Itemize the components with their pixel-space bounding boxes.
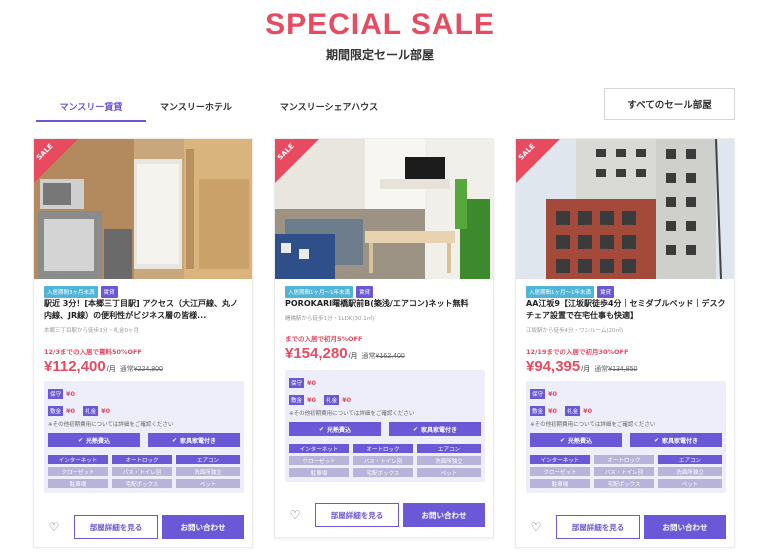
- tab-monthly-rental[interactable]: マンスリー賃貸: [36, 96, 146, 122]
- favorite-heart-icon[interactable]: ♡: [285, 505, 305, 525]
- sale-price: ¥154,280/月 通常¥162,400: [285, 345, 405, 362]
- tag-internet: インターネット: [530, 455, 590, 464]
- sale-ribbon: SALE: [34, 139, 78, 183]
- rental-type-badge: 賃貸: [100, 286, 118, 298]
- promo-text: 12/19までの入居で初月30%OFF: [526, 348, 629, 356]
- tag-internet: インターネット: [48, 455, 108, 464]
- favorite-heart-icon[interactable]: ♡: [44, 517, 64, 537]
- tag-autolock: オートロック: [594, 455, 654, 464]
- tag-delivery-box: 宅配ボックス: [594, 479, 654, 488]
- tag-washroom: 洗面所独立: [417, 456, 481, 465]
- fee-note: ※その他初期費用については詳細をご確認ください: [530, 422, 656, 428]
- tag-aircon: エアコン: [176, 455, 240, 464]
- property-access: 江坂駅から徒歩4分・ワンルーム(20㎡): [526, 328, 624, 334]
- tag-separate-bath: バス・トイレ別: [594, 467, 654, 476]
- tag-autolock: オートロック: [353, 444, 413, 453]
- tag-pet: ペット: [658, 479, 722, 488]
- tag-parking: 駐車場: [48, 479, 108, 488]
- tag-pet: ペット: [176, 479, 240, 488]
- room-detail-button[interactable]: 部屋詳細を見る: [556, 515, 640, 539]
- tag-aircon: エアコン: [417, 444, 481, 453]
- sale-price: ¥112,400/月 通常¥224,800: [44, 358, 163, 375]
- stay-period-badge: 入居期間1ヶ月～1年未満: [526, 286, 594, 298]
- tab-monthly-sharehouse[interactable]: マンスリーシェアハウス: [280, 96, 378, 122]
- fee-box: 保守 ¥0 敷金 ¥0 礼金 ¥0 ※その他初期費用については詳細をご確認ください ✔…: [44, 381, 244, 493]
- promo-text: 12/3までの入居で賃料50%OFF: [44, 348, 142, 356]
- tag-aircon: エアコン: [658, 455, 722, 464]
- property-title[interactable]: AA江坂9【江坂駅徒歩4分｜セミダブルベッド｜デスクチェア設置で在宅仕事も快適】: [526, 298, 726, 322]
- tag-closet: クローゼット: [530, 467, 590, 476]
- tag-separate-bath: バス・トイレ別: [112, 467, 172, 476]
- property-card[interactable]: SALE 入居期間1ヶ月～1年未満 賃貸 AA江坂9【江坂駅徒歩4分｜セミダブル…: [515, 138, 735, 548]
- rental-type-badge: 賃貸: [597, 286, 615, 298]
- tag-pet: ペット: [417, 468, 481, 477]
- property-access: 曙橋駅から徒歩1分・1LDK(30.1㎡): [285, 316, 375, 322]
- property-card[interactable]: SALE 入居期間3ヶ月未満 賃貸 駅近 3分！[本郷三丁目駅] アクセス（大江…: [33, 138, 253, 548]
- category-tabs: マンスリー賃貸 マンスリーホテル マンスリーシェアハウス: [36, 96, 426, 122]
- tag-closet: クローゼット: [48, 467, 108, 476]
- stay-period-badge: 入居期間3ヶ月未満: [44, 286, 98, 298]
- tab-monthly-hotel[interactable]: マンスリーホテル: [160, 96, 232, 122]
- contact-button[interactable]: お問い合わせ: [403, 503, 485, 527]
- tag-closet: クローゼット: [289, 456, 349, 465]
- utilities-included-badge: ✔ 光熱費込: [289, 422, 381, 436]
- promo-text: までの入居で初月5%OFF: [285, 335, 363, 343]
- sale-ribbon: SALE: [275, 139, 319, 183]
- room-detail-button[interactable]: 部屋詳細を見る: [74, 515, 158, 539]
- sale-ribbon: SALE: [516, 139, 560, 183]
- fee-note: ※その他初期費用については詳細をご確認ください: [289, 411, 415, 417]
- sale-price: ¥94,395/月 通常¥134,850: [526, 358, 638, 375]
- tag-parking: 駐車場: [289, 468, 349, 477]
- property-access: 本郷三丁目駅から徒歩3分・礼金0ヶ月: [44, 328, 139, 334]
- contact-button[interactable]: お問い合わせ: [162, 515, 244, 539]
- sale-title: SPECIAL SALE: [265, 8, 495, 41]
- furnished-badge: ✔ 家具家電付き: [389, 422, 481, 436]
- fee-note: ※その他初期費用については詳細をご確認ください: [48, 422, 174, 428]
- furnished-badge: ✔ 家具家電付き: [148, 433, 240, 447]
- property-title[interactable]: 駅近 3分！[本郷三丁目駅] アクセス（大江戸線、丸ノ内線、JR線）の便利性がビ…: [44, 298, 244, 322]
- tag-washroom: 洗面所独立: [176, 467, 240, 476]
- property-card[interactable]: SALE 入居期間1ヶ月～1年未満 賃貸 POROKARI曙橋駅前B(築浅/エア…: [274, 138, 494, 538]
- tag-internet: インターネット: [289, 444, 349, 453]
- fee-box: 保守 ¥0 敷金 ¥0 礼金 ¥0 ※その他初期費用については詳細をご確認ください ✔…: [526, 381, 726, 493]
- property-title[interactable]: POROKARI曙橋駅前B(築浅/エアコン)ネット無料: [285, 298, 485, 310]
- tag-delivery-box: 宅配ボックス: [353, 468, 413, 477]
- contact-button[interactable]: お問い合わせ: [644, 515, 726, 539]
- rental-type-badge: 賃貸: [356, 286, 374, 298]
- all-sale-rooms-button[interactable]: すべてのセール部屋: [604, 88, 735, 120]
- tag-autolock: オートロック: [112, 455, 172, 464]
- room-detail-button[interactable]: 部屋詳細を見る: [315, 503, 399, 527]
- utilities-included-badge: ✔ 光熱費込: [48, 433, 140, 447]
- sale-subtitle: 期間限定セール部屋: [325, 48, 434, 62]
- tag-delivery-box: 宅配ボックス: [112, 479, 172, 488]
- tag-parking: 駐車場: [530, 479, 590, 488]
- fee-box: 保守 ¥0 敷金 ¥0 礼金 ¥0 ※その他初期費用については詳細をご確認ください ✔…: [285, 370, 485, 482]
- utilities-included-badge: ✔ 光熱費込: [530, 433, 622, 447]
- favorite-heart-icon[interactable]: ♡: [526, 517, 546, 537]
- furnished-badge: ✔ 家具家電付き: [630, 433, 722, 447]
- tag-separate-bath: バス・トイレ別: [353, 456, 413, 465]
- stay-period-badge: 入居期間1ヶ月～1年未満: [285, 286, 353, 298]
- tag-washroom: 洗面所独立: [658, 467, 722, 476]
